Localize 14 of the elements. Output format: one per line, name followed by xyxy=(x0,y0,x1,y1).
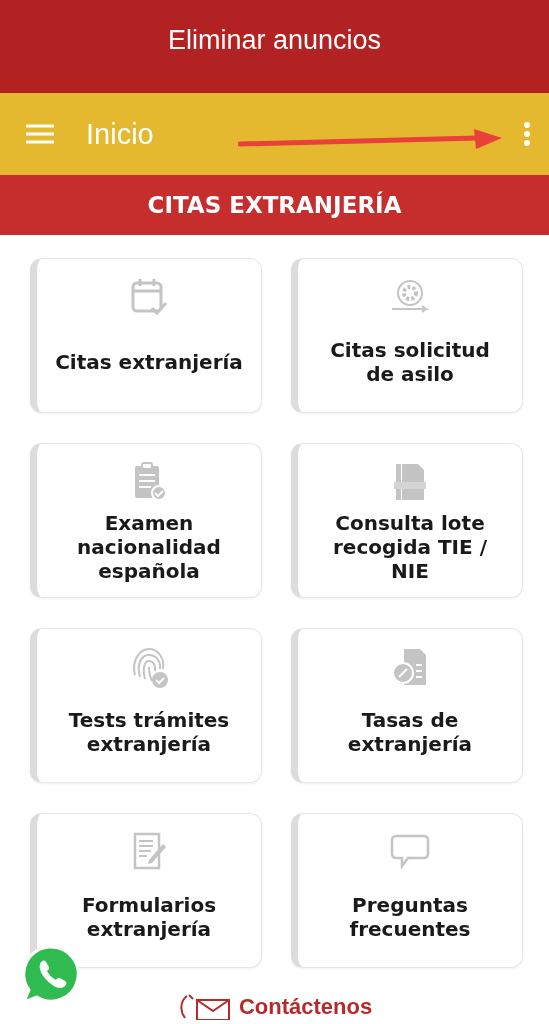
menu-card[interactable]: Citas solicitud de asilo xyxy=(291,258,523,413)
menu-card[interactable]: Tasas de extranjería xyxy=(291,628,523,783)
menu-card[interactable]: Citas extranjería xyxy=(30,258,262,413)
section-title: CITAS EXTRANJERÍA xyxy=(147,192,402,218)
menu-card[interactable]: Examen nacionalidad española xyxy=(30,443,262,598)
more-options-icon[interactable] xyxy=(523,121,531,147)
remove-ads-button[interactable]: Eliminar anuncios xyxy=(167,24,382,56)
menu-card[interactable]: Tests trámites extranjería xyxy=(30,628,262,783)
menu-card[interactable]: Consulta lote recogida TIE / NIE xyxy=(291,443,523,598)
app-bar-title: Inicio xyxy=(86,117,154,151)
contact-link[interactable]: Contáctenos xyxy=(238,994,373,1020)
menu-icon[interactable] xyxy=(26,123,54,145)
menu-card[interactable]: Preguntas frecuentes xyxy=(291,813,523,968)
menu-card[interactable]: Formularios extranjería xyxy=(30,813,262,968)
